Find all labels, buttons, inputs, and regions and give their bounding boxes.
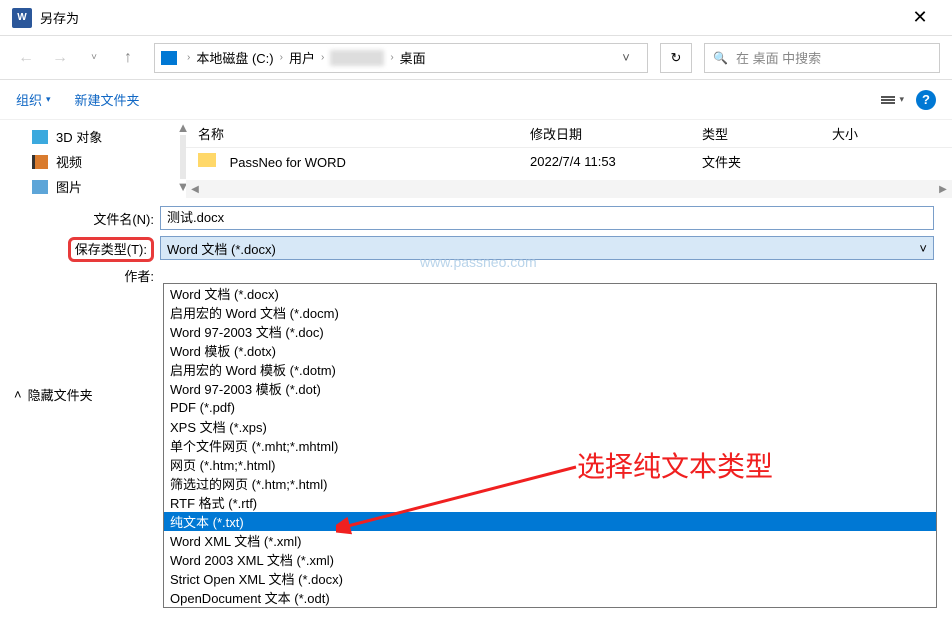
toolbar: 组织 ▾ 新建文件夹 ▾ ? [0, 80, 952, 120]
col-type[interactable]: 类型 [702, 124, 832, 143]
annotation-text: 选择纯文本类型 [577, 445, 773, 485]
dropdown-option[interactable]: 单个文件网页 (*.mht;*.mhtml) [164, 436, 936, 455]
search-placeholder: 在 桌面 中搜索 [736, 48, 821, 67]
dropdown-option[interactable]: 网页 (*.htm;*.html) [164, 455, 936, 474]
video-icon [32, 155, 48, 169]
close-button[interactable]: ✕ [900, 0, 940, 36]
dialog-title: 另存为 [40, 8, 900, 27]
hide-folders-label: 隐藏文件夹 [28, 385, 93, 404]
dropdown-option[interactable]: Word XML 文档 (*.xml) [164, 531, 936, 550]
sidebar-item-pictures[interactable]: 图片 [8, 174, 178, 199]
dropdown-option[interactable]: 启用宏的 Word 模板 (*.dotm) [164, 360, 936, 379]
list-view-icon [881, 96, 895, 104]
horizontal-scrollbar[interactable]: ◀ ▶ [186, 180, 952, 198]
dropdown-option[interactable]: Word 97-2003 模板 (*.dot) [164, 379, 936, 398]
scroll-left-icon[interactable]: ◀ [186, 184, 204, 195]
crumb-desktop[interactable]: 桌面 [400, 48, 426, 67]
sidebar-item-video[interactable]: 视频 [8, 149, 178, 174]
chevron-down-icon: ▾ [46, 94, 51, 105]
navigation-bar: ← → ˅ ↑ › 本地磁盘 (C:) › 用户 › › 桌面 ˅ ↻ 🔍 在 … [0, 36, 952, 80]
filename-label: 文件名(N): [0, 209, 160, 228]
sidebar-item-3d[interactable]: 3D 对象 [8, 124, 178, 149]
crumb-sep: › [321, 52, 324, 63]
list-row[interactable]: PassNeo for WORD 2022/7/4 11:53 文件夹 [186, 148, 952, 174]
pictures-icon [32, 180, 48, 194]
crumb-sep: › [187, 52, 190, 63]
savetype-value: Word 文档 (*.docx) [167, 239, 276, 258]
list-header: 名称 修改日期 类型 大小 [186, 120, 952, 148]
col-date[interactable]: 修改日期 [530, 124, 702, 143]
crumb-sep: › [280, 52, 283, 63]
crumb-username-redacted[interactable] [330, 50, 384, 66]
crumb-drive[interactable]: 本地磁盘 (C:) [196, 48, 273, 67]
dropdown-option[interactable]: PDF (*.pdf) [164, 398, 936, 417]
new-folder-button[interactable]: 新建文件夹 [75, 90, 140, 109]
chevron-down-icon: ˅ [919, 241, 927, 256]
forward-button[interactable]: → [46, 44, 74, 72]
folder-icon [198, 153, 216, 167]
search-icon: 🔍 [713, 51, 728, 65]
dropdown-option[interactable]: RTF 格式 (*.rtf) [164, 493, 936, 512]
dropdown-option[interactable]: Word 2003 XML 文档 (*.xml) [164, 550, 936, 569]
watermark: www.passneo.com [420, 254, 537, 270]
dropdown-option[interactable]: OpenDocument 文本 (*.odt) [164, 588, 936, 607]
view-mode-button[interactable]: ▾ [881, 94, 904, 105]
chevron-up-icon: ˄ [14, 387, 22, 402]
author-label: 作者: [0, 266, 160, 285]
file-name: PassNeo for WORD [230, 155, 346, 170]
savetype-combobox[interactable]: Word 文档 (*.docx) ˅ [160, 236, 934, 260]
3d-objects-icon [32, 130, 48, 144]
dropdown-option[interactable]: Word 97-2003 文档 (*.doc) [164, 322, 936, 341]
file-list: 名称 修改日期 类型 大小 PassNeo for WORD 2022/7/4 … [186, 120, 952, 198]
dropdown-option[interactable]: Word 文档 (*.docx) [164, 284, 936, 303]
word-app-icon: W [12, 8, 32, 28]
col-size[interactable]: 大小 [832, 124, 882, 143]
titlebar: W 另存为 ✕ [0, 0, 952, 36]
refresh-button[interactable]: ↻ [660, 43, 692, 73]
breadcrumb-dropdown[interactable]: ˅ [611, 50, 641, 65]
crumb-sep: › [390, 52, 393, 63]
sidebar: 3D 对象 视频 图片 ▲▼ [0, 120, 186, 198]
file-type: 文件夹 [702, 152, 832, 171]
savetype-dropdown-list: Word 文档 (*.docx)启用宏的 Word 文档 (*.docm)Wor… [163, 283, 937, 608]
savetype-label: 保存类型(T): [68, 237, 154, 262]
col-name[interactable]: 名称 [198, 124, 530, 143]
nav-history-dropdown[interactable]: ˅ [80, 44, 108, 72]
dropdown-option[interactable]: 启用宏的 Word 文档 (*.docm) [164, 303, 936, 322]
file-date: 2022/7/4 11:53 [530, 154, 702, 169]
filename-input[interactable]: 测试.docx [160, 206, 934, 230]
pc-icon [161, 51, 177, 65]
search-input[interactable]: 🔍 在 桌面 中搜索 [704, 43, 940, 73]
sidebar-item-label: 视频 [56, 152, 82, 171]
dropdown-option[interactable]: 纯文本 (*.txt) [164, 512, 936, 531]
back-button[interactable]: ← [12, 44, 40, 72]
dropdown-option[interactable]: XPS 文档 (*.xps) [164, 417, 936, 436]
scroll-right-icon[interactable]: ▶ [934, 184, 952, 195]
dropdown-option[interactable]: 筛选过的网页 (*.htm;*.html) [164, 474, 936, 493]
help-button[interactable]: ? [916, 90, 936, 110]
organize-button[interactable]: 组织 ▾ [16, 90, 51, 109]
chevron-down-icon: ▾ [899, 94, 904, 105]
up-button[interactable]: ↑ [114, 44, 142, 72]
dropdown-option[interactable]: Strict Open XML 文档 (*.docx) [164, 569, 936, 588]
sidebar-item-label: 图片 [56, 177, 82, 196]
sidebar-item-label: 3D 对象 [56, 127, 102, 146]
savetype-label-wrap: 保存类型(T): [0, 239, 160, 258]
crumb-users[interactable]: 用户 [289, 48, 315, 67]
breadcrumb[interactable]: › 本地磁盘 (C:) › 用户 › › 桌面 ˅ [154, 43, 648, 73]
dropdown-option[interactable]: Word 模板 (*.dotx) [164, 341, 936, 360]
main-area: 3D 对象 视频 图片 ▲▼ 名称 修改日期 类型 大小 PassNeo for… [0, 120, 952, 198]
